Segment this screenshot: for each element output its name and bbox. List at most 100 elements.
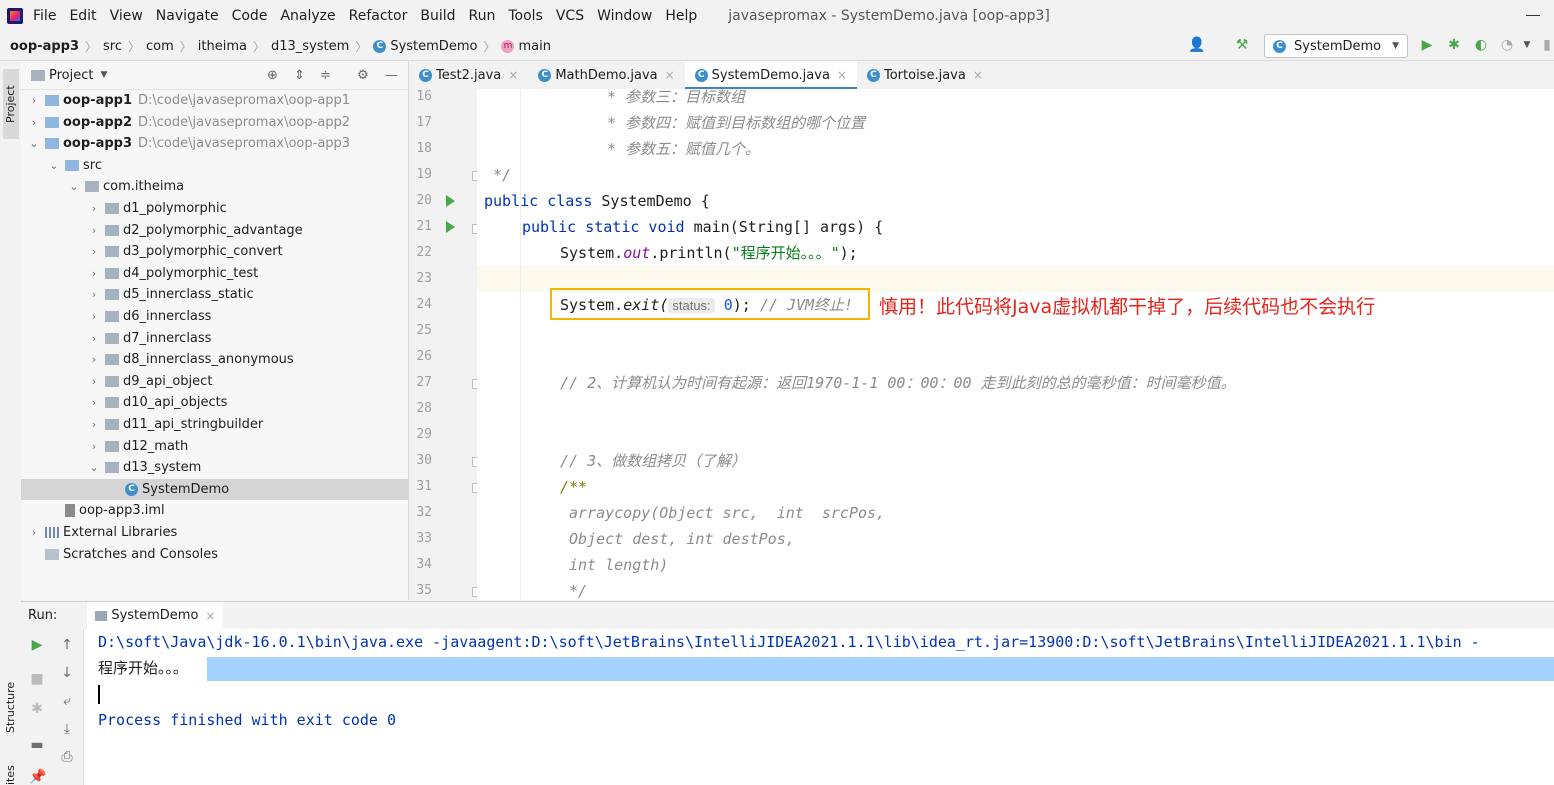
close-icon[interactable]: ×	[205, 609, 215, 623]
menu-refactor[interactable]: Refactor	[349, 8, 408, 24]
menu-run[interactable]: Run	[469, 8, 496, 24]
layout-icon[interactable]: ▬	[29, 737, 45, 753]
tree-item[interactable]: ⌄ com.itheima	[21, 176, 408, 197]
locate-icon[interactable]: ⊕	[267, 68, 278, 83]
tab-test2[interactable]: C Test2.java ×	[409, 61, 528, 89]
structure-tool-button[interactable]: Structure	[3, 672, 19, 742]
run-icon[interactable]: ▶	[1420, 38, 1434, 52]
rerun-icon[interactable]: ▶	[29, 637, 45, 653]
code-editor[interactable]: * 参数三：目标数组 * 参数四：赋值到目标数组的哪个位置 * 参数五：赋值几个…	[477, 89, 1554, 600]
scroll-to-end-icon[interactable]: ⤓	[59, 721, 75, 737]
run-class-icon[interactable]	[446, 195, 455, 207]
breadcrumb-itheima[interactable]: itheima	[198, 39, 247, 54]
menu-tools[interactable]: Tools	[508, 8, 543, 24]
chevron-right-icon[interactable]: ›	[89, 310, 99, 323]
breadcrumb-project[interactable]: oop-app3	[10, 39, 79, 54]
menu-code[interactable]: Code	[232, 8, 268, 24]
menu-build[interactable]: Build	[420, 8, 455, 24]
tree-item[interactable]: › d7_innerclass	[21, 328, 408, 349]
debug-icon[interactable]: ✱	[1447, 38, 1461, 52]
close-icon[interactable]: ×	[973, 68, 983, 82]
chevron-right-icon[interactable]: ›	[29, 116, 39, 129]
tree-item[interactable]: › d1_polymorphic	[21, 198, 408, 219]
tree-item[interactable]: › d9_api_object	[21, 371, 408, 392]
tab-mathdemo[interactable]: C MathDemo.java ×	[528, 61, 684, 89]
tree-item[interactable]: › d6_innerclass	[21, 306, 408, 327]
project-tool-button[interactable]: Project	[3, 69, 19, 139]
chevron-right-icon[interactable]: ›	[89, 224, 99, 237]
tree-item[interactable]: › d10_api_objects	[21, 392, 408, 413]
user-icon[interactable]: 👤	[1188, 38, 1205, 52]
chevron-right-icon[interactable]: ›	[29, 94, 39, 107]
chevron-right-icon[interactable]: ›	[89, 375, 99, 388]
print-icon[interactable]: ⎙	[59, 749, 75, 765]
close-icon[interactable]: ×	[665, 68, 675, 82]
chevron-right-icon[interactable]: ›	[89, 418, 99, 431]
chevron-right-icon[interactable]: ›	[89, 396, 99, 409]
menu-view[interactable]: View	[110, 8, 143, 24]
chevron-right-icon[interactable]: ›	[89, 440, 99, 453]
chevron-right-icon[interactable]: ›	[29, 526, 39, 539]
tree-item[interactable]: › d8_innerclass_anonymous	[21, 349, 408, 370]
chevron-down-icon[interactable]: ⌄	[89, 461, 99, 474]
tab-tortoise[interactable]: C Tortoise.java ×	[857, 61, 993, 89]
console-output[interactable]: D:\soft\Java\jdk-16.0.1\bin\java.exe -ja…	[84, 629, 1554, 785]
tree-item[interactable]: ⌄ oop-app3 D:\code\javasepromax\oop-app3	[21, 133, 408, 154]
arrow-up-icon[interactable]: ↑	[59, 637, 75, 653]
tree-item[interactable]: ⌄ src	[21, 155, 408, 176]
menu-window[interactable]: Window	[597, 8, 652, 24]
favorites-tool-button[interactable]: ites	[3, 763, 19, 785]
tree-item[interactable]: › d3_polymorphic_convert	[21, 241, 408, 262]
breadcrumb-com[interactable]: com	[146, 39, 174, 54]
chevron-right-icon[interactable]: ›	[89, 267, 99, 280]
arrow-down-icon[interactable]: ↓	[59, 665, 75, 681]
menu-navigate[interactable]: Navigate	[156, 8, 219, 24]
chevron-down-icon[interactable]: ⌄	[49, 159, 59, 172]
breadcrumb-src[interactable]: src	[103, 39, 122, 54]
tree-item[interactable]: ⌄ d13_system	[21, 457, 408, 478]
menu-vcs[interactable]: VCS	[556, 8, 584, 24]
breadcrumb-main[interactable]: m main	[501, 39, 551, 54]
build-hammer-icon[interactable]: ⚒	[1235, 38, 1249, 52]
chevron-down-icon[interactable]: ⌄	[29, 137, 39, 150]
tree-item[interactable]: Scratches and Consoles	[21, 544, 408, 565]
collapse-all-icon[interactable]: ≑	[320, 68, 331, 83]
tree-item[interactable]: › d2_polymorphic_advantage	[21, 220, 408, 241]
tree-item[interactable]: › d4_polymorphic_test	[21, 263, 408, 284]
chevron-right-icon[interactable]: ›	[89, 332, 99, 345]
pin-icon[interactable]: 📌	[29, 769, 46, 785]
tab-systemdemo[interactable]: C SystemDemo.java ×	[684, 61, 858, 90]
chevron-right-icon[interactable]: ›	[89, 353, 99, 366]
tree-item[interactable]: › oop-app1 D:\code\javasepromax\oop-app1	[21, 90, 408, 111]
hide-icon[interactable]: —	[385, 68, 398, 83]
tree-item[interactable]: › d11_api_stringbuilder	[21, 414, 408, 435]
breadcrumb-systemdemo[interactable]: C SystemDemo	[373, 39, 477, 54]
menu-analyze[interactable]: Analyze	[280, 8, 335, 24]
profile-icon[interactable]: ◔	[1500, 38, 1514, 52]
tree-item[interactable]: › d12_math	[21, 436, 408, 457]
chevron-down-icon[interactable]: ▼	[100, 70, 107, 80]
expand-all-icon[interactable]: ⇕	[294, 68, 305, 83]
run-main-icon[interactable]	[446, 221, 455, 233]
tree-item[interactable]: › oop-app2 D:\code\javasepromax\oop-app2	[21, 112, 408, 133]
close-icon[interactable]: ×	[837, 68, 847, 82]
menu-file[interactable]: File	[33, 8, 56, 24]
tree-item[interactable]: › d5_innerclass_static	[21, 284, 408, 305]
chevron-right-icon[interactable]: ›	[89, 288, 99, 301]
project-panel-title[interactable]: Project	[49, 68, 93, 83]
chevron-down-icon[interactable]: ▼	[1520, 38, 1534, 52]
run-tab-systemdemo[interactable]: SystemDemo ×	[87, 602, 224, 629]
soft-wrap-icon[interactable]: ⤶	[59, 693, 75, 709]
tree-item[interactable]: C SystemDemo	[21, 478, 408, 500]
chevron-right-icon[interactable]: ›	[89, 245, 99, 258]
stop-icon[interactable]: ▮	[1540, 38, 1554, 52]
stop-icon[interactable]: ■	[29, 671, 45, 687]
chevron-right-icon[interactable]: ›	[89, 202, 99, 215]
gear-icon[interactable]: ⚙	[357, 68, 369, 83]
menu-help[interactable]: Help	[665, 8, 697, 24]
close-icon[interactable]: ×	[508, 68, 518, 82]
breadcrumb-d13-system[interactable]: d13_system	[271, 39, 349, 54]
debug-icon[interactable]: ✱	[29, 701, 45, 717]
chevron-down-icon[interactable]: ⌄	[69, 180, 79, 193]
minimize-button[interactable]	[1526, 8, 1540, 22]
